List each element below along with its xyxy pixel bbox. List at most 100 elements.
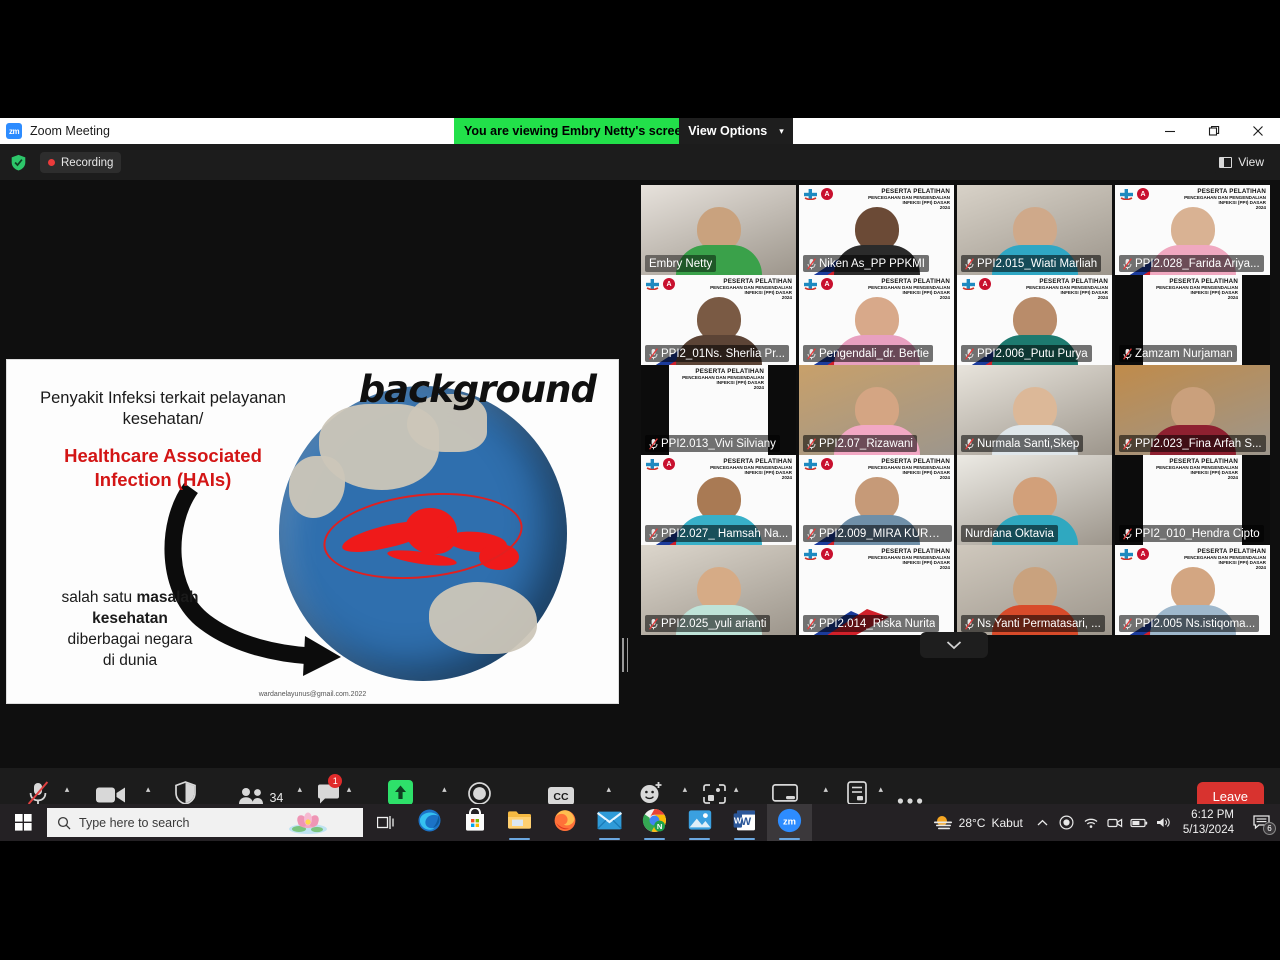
shared-screen-area[interactable]: background Penyakit Infeksi terkait pela…: [0, 180, 632, 768]
participant-tile[interactable]: APESERTA PELATIHANPENCEGAHAN DAN PENGEND…: [1115, 545, 1270, 635]
whiteboard-icon: [772, 779, 798, 805]
volume-icon[interactable]: [1151, 804, 1175, 841]
taskbar-app-microsoft-store[interactable]: [452, 804, 497, 841]
microphone-muted-icon: [1123, 438, 1132, 450]
file-explorer-icon: [507, 809, 532, 836]
participant-tile[interactable]: APESERTA PELATIHANPENCEGAHAN DAN PENGEND…: [641, 275, 796, 365]
participant-name: PPI2.023_Fina Arfah S...: [1135, 438, 1262, 450]
split-view-drag-handle[interactable]: [621, 635, 629, 675]
participant-name-badge: PPI2_010_Hendra Cipto: [1119, 525, 1264, 542]
show-hidden-icons-button[interactable]: [1031, 804, 1055, 841]
taskbar-app-zoom[interactable]: zm: [767, 804, 812, 841]
maximize-button[interactable]: [1192, 118, 1236, 144]
svg-text:CC: CC: [554, 791, 570, 803]
chevron-up-icon[interactable]: ▴: [683, 784, 688, 795]
participant-tile[interactable]: Embry Netty: [641, 185, 796, 275]
microphone-muted-icon: [649, 528, 658, 540]
chevron-up-icon[interactable]: ▴: [347, 784, 352, 795]
participant-name-badge: PPI2.07_Rizawani: [803, 435, 917, 452]
slide-text-bottom-e: di dunia: [103, 652, 157, 669]
participant-grid: Embry NettyAPESERTA PELATIHANPENCEGAHAN …: [641, 185, 1270, 635]
participant-name-badge: PPI2.028_Farida Ariya...: [1119, 255, 1264, 272]
camera-tray-icon[interactable]: [1103, 804, 1127, 841]
windows-start-icon[interactable]: [0, 804, 46, 841]
participant-name: Ns.Yanti Permatasari, ...: [977, 618, 1101, 630]
taskbar-app-firefox[interactable]: [542, 804, 587, 841]
participant-tile[interactable]: PESERTA PELATIHANPENCEGAHAN DAN PENGENDA…: [641, 365, 796, 455]
participant-tile[interactable]: APESERTA PELATIHANPENCEGAHAN DAN PENGEND…: [799, 455, 954, 545]
zoom-logo-icon: zm: [6, 123, 22, 139]
participant-name: Nurdiana Oktavia: [965, 528, 1054, 540]
screen-share-banner-label: You are viewing Embry Netty's screen: [464, 124, 689, 138]
participant-tile[interactable]: PPI2.023_Fina Arfah S...: [1115, 365, 1270, 455]
battery-charging-icon[interactable]: [1127, 804, 1151, 841]
participant-tile[interactable]: Ns.Yanti Permatasari, ...: [957, 545, 1112, 635]
chevron-up-icon[interactable]: ▴: [878, 784, 883, 795]
window-titlebar: zm Zoom Meeting You are viewing Embry Ne…: [0, 118, 1280, 144]
participant-tile[interactable]: PPI2.015_Wiati Marliah: [957, 185, 1112, 275]
participant-tile[interactable]: APESERTA PELATIHANPENCEGAHAN DAN PENGEND…: [799, 545, 954, 635]
taskbar-app-file-explorer[interactable]: [497, 804, 542, 841]
view-options-button[interactable]: View Options ▾: [679, 118, 793, 144]
microphone-muted-icon: [807, 438, 816, 450]
taskbar-app-mail[interactable]: [587, 804, 632, 841]
gallery-scroll-down-button[interactable]: [920, 632, 988, 658]
window-controls: [1148, 118, 1280, 144]
wifi-icon[interactable]: [1079, 804, 1103, 841]
participant-name: PPI2.014_Riska Nurita: [819, 618, 935, 630]
taskbar-app-microsoft-word[interactable]: WW: [722, 804, 767, 841]
participant-tile[interactable]: PPI2.07_Rizawani: [799, 365, 954, 455]
minimize-button[interactable]: [1148, 118, 1192, 144]
participant-tile[interactable]: APESERTA PELATIHANPENCEGAHAN DAN PENGEND…: [641, 455, 796, 545]
taskbar-clock[interactable]: 6:12 PM 5/13/2024: [1175, 808, 1242, 837]
training-logo-icon: A: [1137, 548, 1149, 560]
taskbar-app-microsoft-edge[interactable]: [407, 804, 452, 841]
health-ministry-logo-icon: [646, 279, 659, 290]
search-input[interactable]: Type here to search: [47, 808, 363, 837]
close-button[interactable]: [1236, 118, 1280, 144]
participant-name-badge: Nurdiana Oktavia: [961, 525, 1058, 542]
chevron-up-icon[interactable]: ▴: [146, 784, 151, 795]
taskbar-app-photos[interactable]: [677, 804, 722, 841]
chevron-up-icon[interactable]: ▴: [65, 784, 70, 795]
training-logo-icon: A: [663, 458, 675, 470]
shield-check-icon[interactable]: [10, 154, 27, 171]
participant-name: PPI2.005 Ns.istiqoma...: [1135, 618, 1255, 630]
system-tray: 28°C Kabut: [925, 804, 1280, 841]
taskbar-app-google-chrome[interactable]: N: [632, 804, 677, 841]
google-chrome-icon: N: [642, 808, 667, 838]
participant-tile[interactable]: APESERTA PELATIHANPENCEGAHAN DAN PENGEND…: [957, 275, 1112, 365]
view-layout-button[interactable]: View: [1213, 151, 1270, 173]
participant-tile[interactable]: APESERTA PELATIHANPENCEGAHAN DAN PENGEND…: [799, 275, 954, 365]
chevron-up-icon[interactable]: ▴: [734, 784, 739, 795]
svg-text:W: W: [734, 815, 742, 825]
chevron-down-icon: ▾: [779, 126, 784, 137]
record-circle-icon: [468, 779, 491, 805]
notification-center-button[interactable]: 6: [1242, 804, 1280, 841]
chevron-up-icon[interactable]: ▴: [607, 784, 612, 795]
view-options-label: View Options: [688, 124, 767, 138]
firefox-icon: [553, 808, 577, 837]
chevron-up-icon[interactable]: ▴: [297, 784, 302, 795]
slide-credit: wardanelayunus@gmail.com.2022: [7, 691, 618, 698]
participant-tile[interactable]: PESERTA PELATIHANPENCEGAHAN DAN PENGENDA…: [1115, 275, 1270, 365]
participant-tile[interactable]: PESERTA PELATIHANPENCEGAHAN DAN PENGENDA…: [1115, 455, 1270, 545]
recording-indicator[interactable]: Recording: [40, 152, 121, 173]
lotus-flower-icon: [287, 810, 329, 835]
participant-tile[interactable]: APESERTA PELATIHANPENCEGAHAN DAN PENGEND…: [1115, 185, 1270, 275]
weather-widget[interactable]: 28°C Kabut: [925, 815, 1031, 831]
weather-condition: Kabut: [991, 816, 1022, 830]
chevron-up-icon[interactable]: ▴: [823, 784, 828, 795]
health-ministry-logo-icon: [1120, 549, 1133, 560]
view-label: View: [1238, 155, 1264, 169]
participant-name: PPI2.025_yuli arianti: [661, 618, 766, 630]
zoom-recording-tray-icon[interactable]: [1055, 804, 1079, 841]
participant-tile[interactable]: PPI2.025_yuli arianti: [641, 545, 796, 635]
chevron-up-icon[interactable]: ▴: [442, 784, 447, 795]
slide-text-bottom: salah satu masalah kesehatan diberbagai …: [25, 588, 235, 672]
participant-tile[interactable]: Nurdiana Oktavia: [957, 455, 1112, 545]
participant-tile[interactable]: APESERTA PELATIHANPENCEGAHAN DAN PENGEND…: [799, 185, 954, 275]
task-view-icon[interactable]: [363, 804, 407, 841]
participant-tile[interactable]: Nurmala Santi,Skep: [957, 365, 1112, 455]
screen: zm Zoom Meeting You are viewing Embry Ne…: [0, 0, 1280, 960]
